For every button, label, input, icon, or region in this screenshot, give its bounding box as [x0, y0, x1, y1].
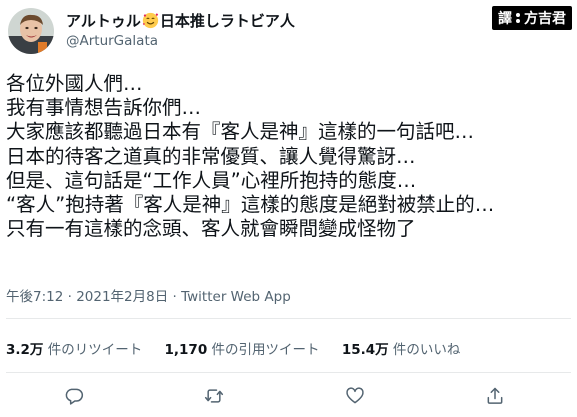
tweet-stats: 3.2万 件のリツイート 1,170 件の引用ツイート 15.4万 件のいいね: [6, 338, 478, 358]
retweets-stat[interactable]: 3.2万 件のリツイート: [6, 342, 160, 358]
user-handle[interactable]: @ArturGalata: [66, 33, 158, 49]
tweet-actions: [0, 383, 577, 413]
retweets-count: 3.2万: [6, 342, 44, 358]
likes-count: 15.4万: [341, 342, 389, 358]
heart-icon: [346, 387, 364, 404]
quotes-stat[interactable]: 1,170 件の引用ツイート: [165, 342, 338, 358]
avatar-image: [8, 8, 54, 54]
tweet-line: 只有一有這樣的念頭、客人就會瞬間變成怪物了: [6, 217, 416, 241]
reply-button[interactable]: [61, 383, 87, 409]
quotes-count: 1,170: [164, 342, 208, 358]
reply-icon: [65, 388, 84, 405]
share-button[interactable]: [482, 383, 508, 409]
tweet-line: 我有事情想告訴你們…: [6, 96, 202, 120]
retweets-label: 件のリツイート: [43, 342, 143, 358]
meta-separator: ·: [63, 289, 77, 305]
translator-badge-left: 譯: [498, 11, 512, 27]
display-name[interactable]: アルトゥル 日本推しラトビア人: [66, 10, 295, 31]
tweet-line: 各位外國人們…: [6, 72, 143, 95]
quotes-label: 件の引用ツイート: [207, 342, 320, 358]
like-button[interactable]: [342, 383, 368, 409]
likes-stat[interactable]: 15.4万 件のいいね: [342, 342, 479, 358]
tweet-header: アルトゥル 日本推しラトビア人 @ArturGalata 譯 方吉君: [0, 0, 577, 62]
display-name-prefix: アルトゥル: [66, 12, 141, 30]
tweet-meta: 午後7:12 · 2021年2月8日 · Twitter Web App: [6, 285, 291, 305]
colon-icon: [516, 13, 520, 23]
tweet-time[interactable]: 午後7:12: [6, 289, 63, 305]
tweet-line: 但是、這句話是“工作人員”心裡所抱持的態度…: [6, 168, 417, 192]
likes-label: 件のいいね: [388, 342, 461, 358]
meta-separator: ·: [168, 289, 182, 305]
smiling-hearts-emoji-icon: [142, 12, 159, 29]
tweet-line: “客人”抱持著『客人是神』這樣的態度是絕對被禁止的…: [6, 193, 495, 217]
share-icon: [487, 387, 503, 404]
display-name-suffix: 日本推しラトビア人: [159, 12, 295, 30]
tweet-line: 大家應該都聽過日本有『客人是神』這樣的一句話吧…: [6, 120, 475, 144]
avatar[interactable]: [8, 8, 54, 54]
tweet-source[interactable]: Twitter Web App: [181, 289, 291, 305]
divider: [6, 318, 571, 319]
translator-badge-right: 方吉君: [524, 11, 566, 27]
tweet-date[interactable]: 2021年2月8日: [76, 289, 168, 305]
tweet-text: 各位外國人們… 我有事情想告訴你們… 大家應該都聽過日本有『客人是神』這樣的一句…: [6, 72, 574, 241]
retweet-icon: [204, 389, 224, 403]
retweet-button[interactable]: [201, 383, 227, 409]
tweet-line: 日本的待客之道真的非常優質、讓人覺得驚訝…: [6, 144, 416, 168]
divider: [6, 372, 571, 373]
translator-badge: 譯 方吉君: [492, 6, 572, 30]
